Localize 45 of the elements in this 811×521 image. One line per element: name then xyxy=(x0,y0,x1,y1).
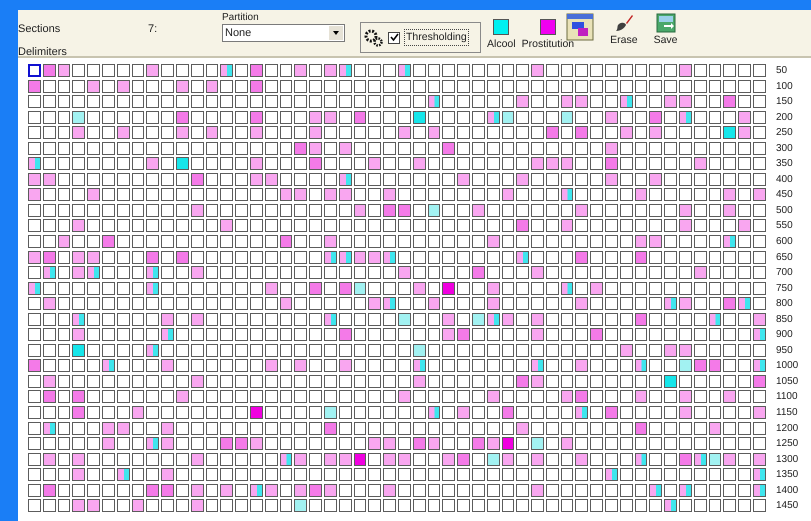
row-label: 500 xyxy=(776,204,793,217)
row-label: 100 xyxy=(776,80,793,93)
row-label: 1250 xyxy=(776,437,798,450)
row-label: 450 xyxy=(776,188,793,202)
row-label: 900 xyxy=(776,328,793,342)
save-icon xyxy=(656,13,676,33)
gears-icon[interactable] xyxy=(364,28,384,48)
row-label: 1100 xyxy=(776,390,798,404)
sections-label: Sections xyxy=(18,22,62,37)
row-label: 1150 xyxy=(776,406,798,420)
sections-count: 7: xyxy=(148,22,158,37)
legend-label: Prostitution xyxy=(522,37,574,52)
thresholding-checkbox[interactable] xyxy=(388,32,400,44)
row-label: 250 xyxy=(776,126,793,140)
row-label: 950 xyxy=(776,344,793,357)
row-label: 550 xyxy=(776,219,793,232)
partition-label: Partition xyxy=(222,12,260,24)
row-label: 1200 xyxy=(776,422,798,435)
row-label: 1450 xyxy=(776,499,798,512)
row-label: 350 xyxy=(776,157,793,170)
row-label: 200 xyxy=(776,110,793,124)
row-label: 850 xyxy=(776,312,793,326)
row-label: 150 xyxy=(776,95,793,108)
row-label: 300 xyxy=(776,142,793,155)
row-label: 1400 xyxy=(776,484,798,497)
row-label: 400 xyxy=(776,172,793,186)
row-label: 750 xyxy=(776,282,793,295)
partition-dropdown[interactable]: None xyxy=(222,24,345,42)
row-label: 1050 xyxy=(776,374,798,388)
row-label: 800 xyxy=(776,297,793,310)
brush-icon xyxy=(614,13,634,33)
erase-button[interactable]: Erase xyxy=(610,10,638,49)
legend-label: Alcool xyxy=(487,37,516,52)
calendar-icon xyxy=(566,13,594,41)
row-label: 650 xyxy=(776,250,793,264)
row-label: 1350 xyxy=(776,468,798,482)
row-label: 700 xyxy=(776,266,793,280)
row-label: 50 xyxy=(776,64,788,77)
save-button[interactable]: Save xyxy=(654,10,678,49)
thresholding-label: Thresholding xyxy=(404,28,469,46)
delimiters-label: Delimiters xyxy=(18,44,68,60)
row-label: 1300 xyxy=(776,452,798,466)
check-icon xyxy=(390,33,398,42)
row-label: 1000 xyxy=(776,359,798,372)
row-label: 600 xyxy=(776,235,793,248)
